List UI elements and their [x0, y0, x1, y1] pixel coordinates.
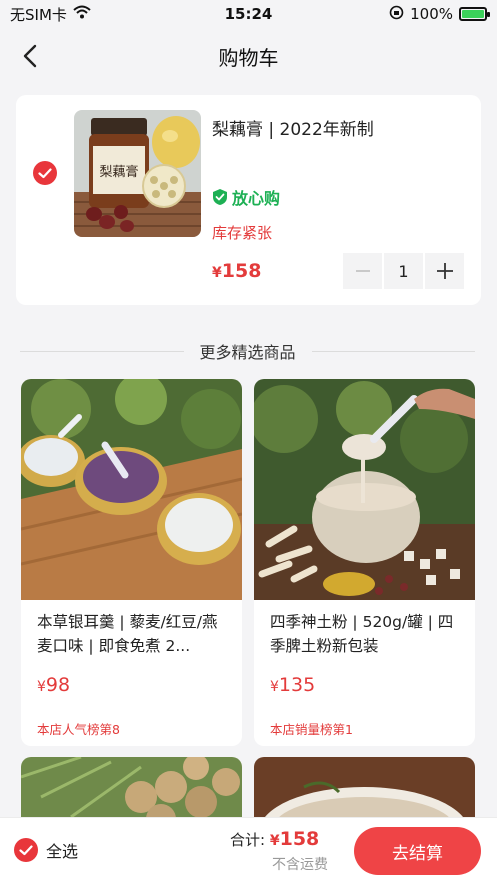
page-title: 购物车 — [218, 45, 279, 70]
nav-bar: 购物车 — [0, 28, 497, 84]
checkout-bar: 全选 合计: ¥158 不含运费 去结算 — [0, 817, 497, 884]
plus-icon — [436, 263, 453, 279]
check-icon — [19, 844, 33, 855]
assurance-label: 放心购 — [232, 189, 281, 208]
section-title: 更多精选商品 — [199, 343, 296, 362]
shipping-note: 不含运费 — [272, 857, 328, 873]
price-value: 158 — [221, 260, 262, 282]
select-all-label: 全选 — [46, 842, 79, 861]
stock-note: 库存紧张 — [212, 224, 273, 242]
total-value: 158 — [279, 828, 320, 850]
quantity-value[interactable]: 1 — [384, 253, 423, 289]
checkout-button[interactable]: 去结算 — [354, 827, 481, 875]
decrease-button[interactable] — [343, 253, 382, 289]
battery-icon — [459, 7, 490, 21]
quantity-stepper: 1 — [343, 253, 464, 289]
product-price: ¥135 — [270, 674, 315, 696]
product-title: 本草银耳羹 | 藜麦/红豆/燕麦口味 | 即食免煮 2... — [37, 613, 218, 655]
total-currency: ¥ — [269, 833, 280, 849]
total-label: 合计: — [230, 831, 266, 849]
check-icon — [38, 167, 52, 178]
price-value: 98 — [45, 674, 71, 696]
minus-icon — [355, 270, 370, 272]
divider-right — [311, 350, 476, 352]
price-currency: ¥ — [270, 679, 279, 695]
rank-badge: 本店销量榜第1 — [270, 722, 353, 737]
product-price: ¥98 — [37, 674, 70, 696]
battery-percent: 100% — [410, 5, 453, 23]
carrier-label: 无SIM卡 — [10, 5, 67, 24]
product-card[interactable]: 本草银耳羹 | 藜麦/红豆/燕麦口味 | 即食免煮 2... ¥98 本店人气榜… — [21, 379, 242, 746]
divider-left — [20, 350, 184, 352]
total-price: 合计: ¥158 — [230, 828, 319, 850]
select-all-checkbox[interactable] — [14, 838, 38, 862]
item-price: ¥158 — [212, 260, 261, 282]
cart-item-card: 梨藕膏 梨藕膏 | 2022年新制 放心购 库存紧张 ¥158 1 — [16, 95, 481, 305]
price-value: 135 — [278, 674, 316, 696]
product-image[interactable]: 梨藕膏 — [74, 110, 201, 237]
item-checkbox[interactable] — [33, 161, 57, 185]
product-image[interactable] — [21, 379, 242, 600]
chevron-left-icon — [23, 44, 37, 68]
orientation-lock-icon — [389, 5, 404, 24]
select-all-toggle[interactable]: 全选 — [14, 838, 78, 862]
product-card[interactable]: 四季神土粉 | 520g/罐 | 四季脾土粉新包装 ¥135 本店销量榜第1 — [254, 379, 475, 746]
back-button[interactable] — [14, 40, 46, 72]
more-products-header: 更多精选商品 — [20, 338, 476, 364]
product-name[interactable]: 梨藕膏 | 2022年新制 — [212, 115, 374, 140]
jar-label: 梨藕膏 — [99, 164, 138, 180]
product-image[interactable] — [254, 379, 475, 600]
increase-button[interactable] — [425, 253, 464, 289]
price-currency: ¥ — [212, 265, 222, 281]
shield-icon — [213, 189, 227, 205]
wifi-icon — [73, 5, 91, 23]
product-title: 四季神土粉 | 520g/罐 | 四季脾土粉新包装 — [270, 613, 454, 655]
rank-badge: 本店人气榜第8 — [37, 722, 120, 737]
status-bar: 无SIM卡 15:24 100% — [0, 0, 497, 28]
assurance-badge: 放心购 — [212, 185, 280, 209]
price-currency: ¥ — [37, 679, 46, 695]
